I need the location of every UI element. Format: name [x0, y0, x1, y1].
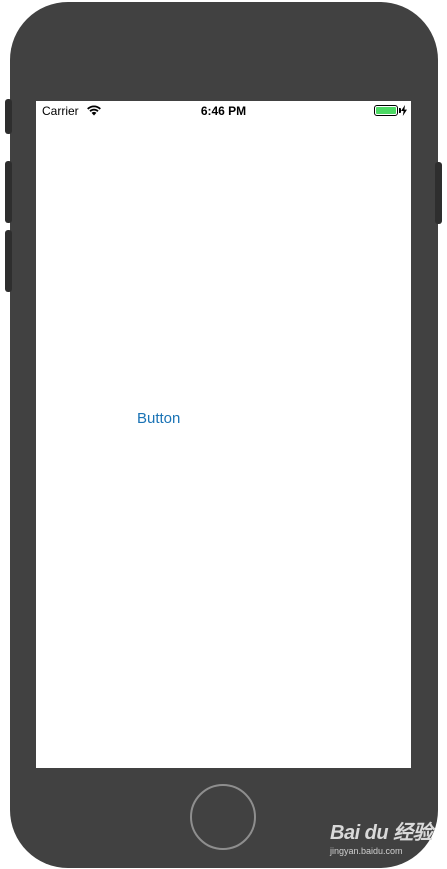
watermark-url: jingyan.baidu.com: [330, 846, 403, 856]
simulator-screen: Carrier 6:46 PM Button: [36, 101, 411, 768]
volume-up-button: [5, 161, 12, 223]
status-time: 6:46 PM: [200, 104, 247, 118]
battery-icon: [374, 105, 398, 116]
battery-level: [376, 107, 396, 114]
home-button[interactable]: [190, 784, 256, 850]
volume-down-button: [5, 230, 12, 292]
status-bar: Carrier 6:46 PM: [36, 101, 411, 121]
baidu-watermark: Bai du 经验 jingyan.baidu.com: [330, 816, 440, 862]
watermark-logo: Bai du 经验: [330, 822, 433, 844]
mute-switch: [5, 99, 12, 134]
main-button[interactable]: Button: [137, 410, 180, 427]
power-button: [435, 162, 442, 224]
bolt-icon: [401, 105, 407, 116]
